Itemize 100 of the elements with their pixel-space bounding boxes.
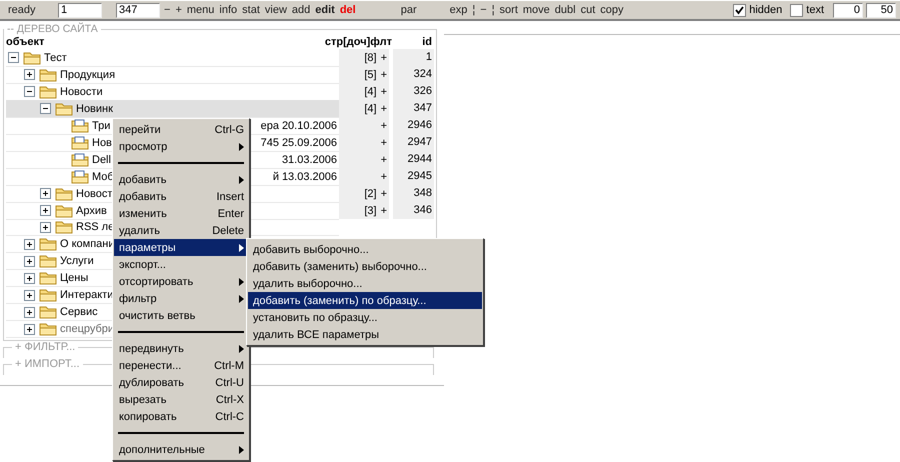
toolbar-link[interactable]: edit <box>315 4 335 16</box>
expand-icon[interactable] <box>24 290 35 300</box>
expand-icon[interactable] <box>24 256 35 266</box>
menu-item[interactable]: установить по образцу... <box>248 309 482 326</box>
folder-icon <box>55 204 73 218</box>
expand-icon[interactable] <box>40 188 51 199</box>
toolbar-link[interactable]: sort <box>500 4 518 16</box>
menu-item[interactable]: изменить Enter <box>114 205 248 222</box>
flag-cell: + <box>380 52 387 64</box>
menu-item[interactable]: очистить ветвь <box>114 307 248 324</box>
menu-item[interactable]: добавить <box>114 171 248 188</box>
menu-item[interactable]: отсортировать <box>114 273 248 290</box>
collapse-icon[interactable] <box>40 103 51 114</box>
flag-cell: + <box>380 86 387 98</box>
toolbar-link[interactable]: stat <box>242 4 260 16</box>
menu-item[interactable]: параметры <box>114 239 248 256</box>
menu-item[interactable]: копировать Ctrl-C <box>114 408 248 425</box>
toolbar-link[interactable]: ¦ <box>492 4 495 16</box>
input-field[interactable]: 50 <box>866 2 896 18</box>
tree-item-fragment: 745 <box>260 136 279 148</box>
tree-item-fragment: й <box>272 170 279 182</box>
id-cell: 324 <box>393 66 434 84</box>
toolbar-link[interactable]: add <box>292 4 310 16</box>
collapse-icon[interactable] <box>24 86 35 97</box>
collapse-icon[interactable] <box>8 52 19 63</box>
count-cell: [8] <box>364 52 377 64</box>
toolbar-link[interactable]: info <box>219 4 238 16</box>
date-cell-text: 13.03.2006 <box>280 170 338 182</box>
menu-item[interactable]: удалить выборочно... <box>248 275 482 292</box>
input-field[interactable]: 0 <box>833 2 863 18</box>
menu-item[interactable]: удалить Delete <box>114 222 248 239</box>
toolbar-link[interactable]: copy <box>600 4 624 16</box>
tree-item[interactable]: Новост <box>73 188 112 200</box>
column-header: объект <box>6 36 46 48</box>
input-field[interactable]: 347 <box>116 2 160 18</box>
folder-icon <box>39 305 57 319</box>
expand-icon[interactable] <box>24 69 35 80</box>
menu-item[interactable]: дополнительные <box>114 441 248 458</box>
tree-item[interactable]: Нов <box>89 136 112 148</box>
folder-icon <box>39 84 57 98</box>
count-cell: [3] <box>364 204 377 216</box>
menu-item[interactable]: перейти Ctrl-G <box>114 121 248 138</box>
id-cell: 2944 <box>393 151 434 169</box>
menu-item[interactable]: экспорт... <box>114 256 248 273</box>
menu-item[interactable]: фильтр <box>114 290 248 307</box>
toolbar-link[interactable]: par <box>400 4 417 16</box>
folder-icon <box>39 254 57 268</box>
toolbar-link[interactable]: menu <box>186 4 214 16</box>
column-header: стр[доч]флт <box>324 36 392 48</box>
menu-item[interactable]: добавить Insert <box>114 188 248 205</box>
tree-item[interactable]: Архив <box>73 204 107 216</box>
expand-icon[interactable] <box>40 205 51 216</box>
date-cell-text: 25.09.2006 <box>280 136 338 148</box>
menu-item[interactable]: удалить ВСЕ параметры <box>248 326 482 343</box>
id-cell: 326 <box>393 83 434 101</box>
tree-item[interactable]: Тест <box>41 52 67 64</box>
flag-cell: + <box>380 188 387 200</box>
tree-item[interactable]: Три <box>89 120 110 132</box>
id-cell: 346 <box>393 202 434 220</box>
toolbar-link[interactable]: view <box>264 4 287 16</box>
tree-item[interactable]: Интеракти <box>57 289 114 301</box>
tree-item-fragment: ера <box>260 120 279 132</box>
toolbar-link[interactable]: + <box>175 4 182 16</box>
toolbar-link[interactable]: exp <box>450 4 468 16</box>
id-cell: 348 <box>393 185 434 203</box>
toolbar-link[interactable]: dubl <box>554 4 576 16</box>
tree-item[interactable]: Продукция <box>57 68 116 80</box>
menu-item[interactable]: передвинуть <box>114 340 248 357</box>
menu-item[interactable]: добавить (заменить) по образцу... <box>248 292 482 309</box>
toolbar-link[interactable]: move <box>522 4 550 16</box>
flag-cell: + <box>380 120 387 132</box>
expand-icon[interactable] <box>24 238 35 250</box>
checkbox[interactable] <box>733 4 746 16</box>
toolbar-link[interactable]: ¦ <box>472 4 476 16</box>
tree-item[interactable]: Новости <box>57 86 103 98</box>
count-cell: [4] <box>364 86 377 98</box>
menu-item[interactable]: добавить (заменить) выборочно... <box>248 258 482 275</box>
toolbar-link[interactable]: − <box>164 4 170 16</box>
expand-icon[interactable] <box>24 306 35 318</box>
id-cell: 1 <box>393 49 434 67</box>
menu-item[interactable]: вырезать Ctrl-X <box>114 391 248 408</box>
id-cell: 2947 <box>393 134 434 152</box>
tree-item[interactable]: Dell <box>89 154 111 166</box>
tree-item[interactable]: Услуги <box>57 255 94 267</box>
menu-item[interactable]: перенести... Ctrl-M <box>114 357 248 374</box>
expand-icon[interactable] <box>40 222 51 232</box>
tree-item[interactable]: Сервис <box>57 306 98 318</box>
tree-item[interactable]: Новинк <box>73 102 113 114</box>
menu-item[interactable]: добавить выборочно... <box>248 241 482 258</box>
menu-item[interactable]: дублировать Ctrl-U <box>114 374 248 391</box>
checkbox[interactable] <box>790 4 804 16</box>
menu-item[interactable]: просмотр <box>114 138 248 155</box>
folder-icon <box>39 237 57 251</box>
toolbar-link[interactable]: − <box>480 4 487 16</box>
expand-icon[interactable] <box>24 272 35 284</box>
checkbox-label: text <box>806 4 824 16</box>
column-header: id <box>421 36 433 48</box>
toolbar-link[interactable]: cut <box>580 4 596 16</box>
input-field[interactable]: 1 <box>58 2 102 18</box>
tree-item[interactable]: Цены <box>57 272 88 284</box>
